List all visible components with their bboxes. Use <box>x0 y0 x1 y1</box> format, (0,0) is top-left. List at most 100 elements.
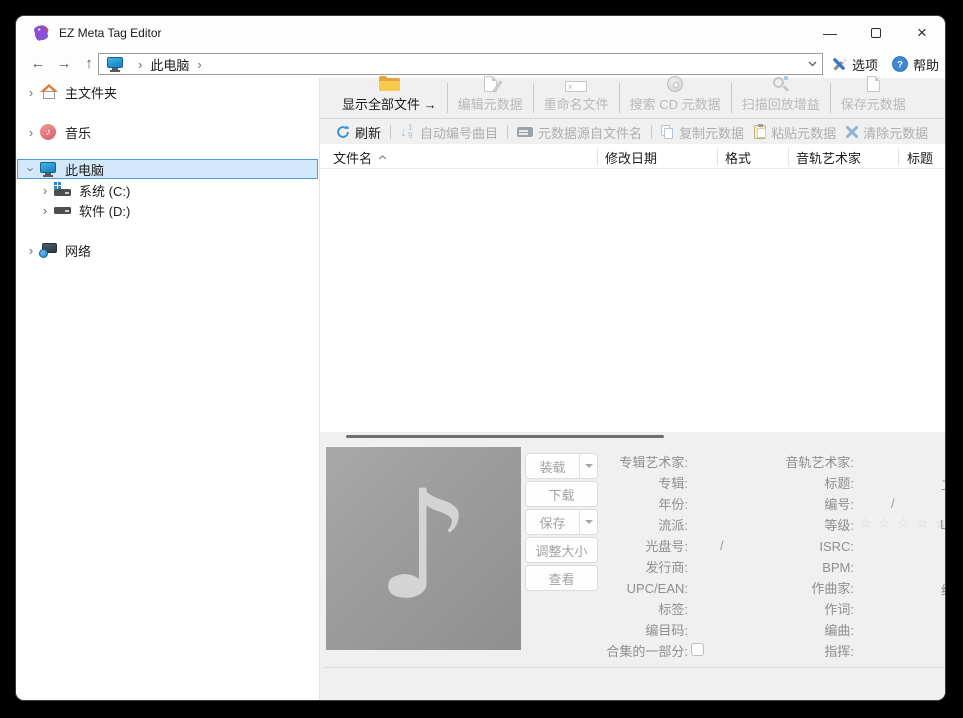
breadcrumb-chevron-icon: › <box>197 57 201 72</box>
breadcrumb-root[interactable]: 此电脑 <box>150 55 189 74</box>
paste-metadata-button[interactable]: 粘贴元数据 <box>749 123 841 142</box>
forward-icon: → <box>57 55 72 72</box>
composer-field[interactable] <box>858 580 936 597</box>
address-bar[interactable]: › 此电脑 › <box>98 53 823 75</box>
label-rating: 等级: <box>714 517 854 534</box>
track-number-field[interactable] <box>858 496 882 513</box>
file-list-body[interactable] <box>320 169 945 431</box>
column-header-modified-date[interactable]: 修改日期 <box>605 148 657 167</box>
rename-file-button[interactable]: x 重命名文件 <box>534 78 619 118</box>
toolbar-separator <box>651 125 652 139</box>
secondary-toolbar: 刷新 ↓19 自动编号曲目 元数据源自文件名 复制元数据 粘贴元数据 <box>320 120 945 144</box>
disc-number-field[interactable] <box>692 538 716 555</box>
save-metadata-button[interactable]: 保存元数据 <box>831 78 916 118</box>
minimize-button[interactable]: — <box>807 16 853 50</box>
metadata-from-filename-button[interactable]: 元数据源自文件名 <box>512 123 647 142</box>
edit-metadata-button[interactable]: 编辑元数据 <box>448 78 533 118</box>
expand-chevron-icon[interactable]: › <box>23 125 39 140</box>
panel-splitter-handle[interactable] <box>346 435 664 438</box>
app-icon <box>32 24 50 42</box>
arranger-field[interactable] <box>858 622 936 639</box>
refresh-button[interactable]: 刷新 <box>331 123 386 142</box>
scan-replaygain-button[interactable]: 扫描回放增益 <box>732 78 830 118</box>
search-cd-metadata-button[interactable]: 搜索 CD 元数据 <box>620 78 731 118</box>
minimize-icon: — <box>823 25 837 41</box>
back-button[interactable]: ← <box>26 52 50 76</box>
sidebar-item-music[interactable]: › ♪ 音乐 <box>17 122 318 142</box>
main-content: 显示全部文件 → 编辑元数据 x 重命名文件 搜索 CD 元数据 <box>319 78 945 700</box>
clear-x-icon <box>846 126 858 138</box>
collapse-chevron-icon[interactable]: › <box>23 162 39 177</box>
toolbar-separator <box>390 125 391 139</box>
address-dropdown-button[interactable] <box>802 61 822 67</box>
conductor-field[interactable] <box>858 643 936 660</box>
clipped-label-fragment: 编 <box>941 580 945 599</box>
label-track-artist: 音轨艺术家: <box>714 454 854 471</box>
toolbar-separator <box>507 125 508 139</box>
column-header-track-artist[interactable]: 音轨艺术家 <box>796 148 861 167</box>
label-lyricist: 作词: <box>714 601 854 618</box>
copy-icon <box>661 125 674 139</box>
label-disc-number: 光盘号: <box>528 538 688 555</box>
tools-icon <box>830 56 847 73</box>
label-title: 标题: <box>714 475 854 492</box>
auto-number-tracks-button[interactable]: ↓19 自动编号曲目 <box>395 123 503 142</box>
show-all-files-button[interactable]: 显示全部文件 → <box>332 78 447 118</box>
drive-windows-icon <box>53 182 73 198</box>
bpm-field[interactable] <box>858 559 936 576</box>
clipped-label-fragment: 工 <box>941 475 945 494</box>
label-arranger: 编曲: <box>714 622 854 639</box>
rating-stars[interactable]: ☆ ☆ ☆ ☆ ☆ <box>859 516 945 532</box>
number-sort-icon: ↓19 <box>400 125 415 140</box>
copy-metadata-button[interactable]: 复制元数据 <box>656 123 749 142</box>
album-art-placeholder[interactable]: ♪ <box>326 447 521 650</box>
compilation-checkbox[interactable] <box>691 643 704 656</box>
sidebar-item-drive-d[interactable]: › 软件 (D:) <box>17 200 318 220</box>
help-button[interactable]: ? 帮助 <box>892 53 939 75</box>
label-genre: 流派: <box>528 517 688 534</box>
scan-gain-icon <box>772 76 789 92</box>
label-catalog: 编目码: <box>528 622 688 639</box>
sidebar-item-network[interactable]: › 网络 <box>17 240 318 260</box>
filename-tag-icon <box>517 127 533 137</box>
forward-button[interactable]: → <box>52 52 76 76</box>
sidebar-item-home[interactable]: › 主文件夹 <box>17 82 318 102</box>
clear-metadata-button[interactable]: 清除元数据 <box>841 123 933 142</box>
column-header-title[interactable]: 标题 <box>907 148 933 167</box>
maximize-icon <box>871 28 881 38</box>
panel-divider <box>325 667 945 668</box>
options-label: 选项 <box>852 55 878 74</box>
maximize-button[interactable] <box>853 16 899 50</box>
chevron-down-icon <box>808 61 817 67</box>
isrc-field[interactable] <box>858 538 936 555</box>
column-header-format[interactable]: 格式 <box>725 148 751 167</box>
sidebar-item-this-pc[interactable]: › 此电脑 <box>17 159 318 179</box>
paste-clipboard-icon <box>754 125 766 139</box>
label-part-of-compilation: 合集的一部分: <box>528 643 688 660</box>
folder-icon <box>379 76 400 92</box>
close-icon: × <box>917 23 927 43</box>
refresh-icon <box>336 125 350 139</box>
computer-icon <box>39 161 59 177</box>
home-icon <box>39 84 59 100</box>
label-publisher: 发行商: <box>528 559 688 576</box>
music-note-icon: ♪ <box>376 471 472 621</box>
title-field[interactable] <box>858 475 936 492</box>
file-list-header: 文件名 修改日期 格式 音轨艺术家 标题 <box>320 144 945 169</box>
track-artist-field[interactable] <box>858 454 936 471</box>
options-button[interactable]: 选项 <box>830 53 878 75</box>
expand-chevron-icon[interactable]: › <box>37 203 53 218</box>
label-album-artist: 专辑艺术家: <box>528 454 688 471</box>
network-icon <box>39 242 59 258</box>
metadata-panel: ♪ 装载 下载 保存 调整大小 查看 专辑艺术家: <box>320 440 945 700</box>
track-number-separator: / <box>891 496 895 511</box>
column-header-filename[interactable]: 文件名 <box>333 148 387 167</box>
rename-textbox-icon: x <box>565 81 587 92</box>
sidebar-item-drive-c[interactable]: › 系统 (C:) <box>17 180 318 200</box>
lyricist-field[interactable] <box>858 601 936 618</box>
expand-chevron-icon[interactable]: › <box>23 85 39 100</box>
close-button[interactable]: × <box>899 16 945 50</box>
save-document-icon <box>867 76 880 92</box>
expand-chevron-icon[interactable]: › <box>23 243 39 258</box>
expand-chevron-icon[interactable]: › <box>37 183 53 198</box>
